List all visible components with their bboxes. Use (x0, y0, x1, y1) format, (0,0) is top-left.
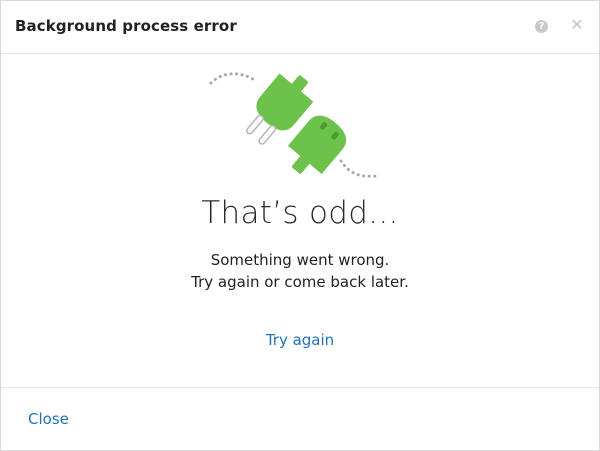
error-message-line-1: Something went wrong. (210, 251, 390, 269)
error-message: Something went wrong. Try again or come … (1, 249, 599, 293)
close-button[interactable]: Close (28, 410, 69, 428)
error-heading: That’s odd... (201, 195, 399, 231)
dialog-title: Background process error (15, 17, 237, 35)
error-dialog: Background process error ? ✕ That’s odd.… (0, 0, 600, 451)
dialog-footer: Close (1, 387, 599, 451)
retry-link-container: Try again (1, 331, 599, 349)
dialog-header: Background process error ? ✕ (1, 1, 599, 54)
unplugged-plug-icon (209, 72, 378, 178)
help-icon[interactable]: ? (535, 20, 548, 33)
close-icon[interactable]: ✕ (569, 17, 585, 33)
error-message-line-2: Try again or come back later. (191, 273, 409, 291)
try-again-link[interactable]: Try again (266, 331, 334, 349)
